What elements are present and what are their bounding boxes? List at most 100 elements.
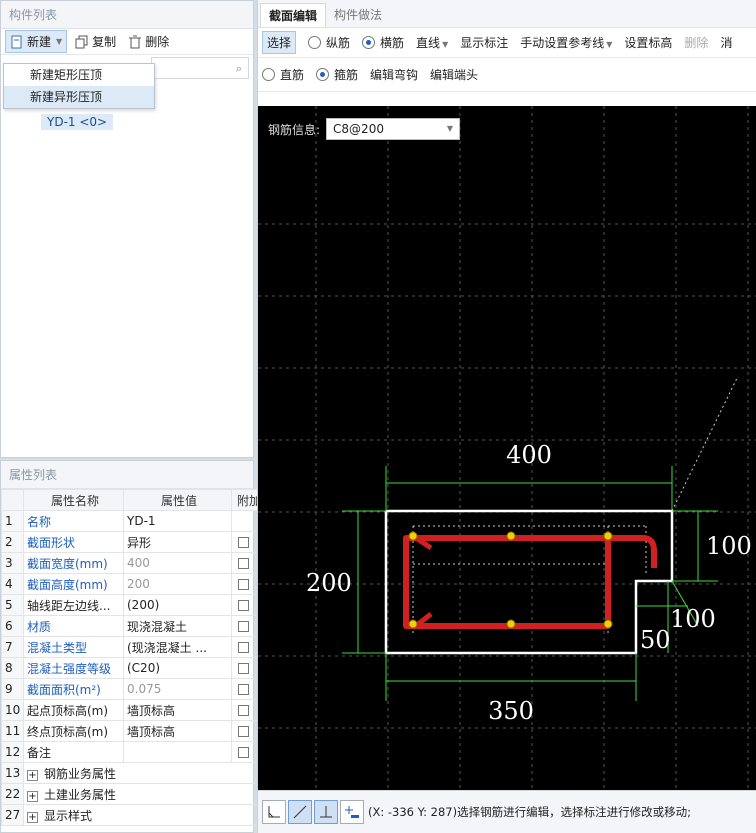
table-row[interactable]: 12 备注	[1, 741, 264, 763]
menu-item-new-custom-coping[interactable]: 新建异形压顶	[4, 86, 154, 108]
component-toolbar: 新建 ▼ 复制 删除	[1, 29, 253, 55]
ortho-snap-button[interactable]	[262, 800, 286, 824]
checkbox[interactable]	[238, 621, 249, 632]
rebar-info-label: 钢筋信息:	[268, 122, 321, 137]
checkbox[interactable]	[238, 642, 249, 653]
line-snap-button[interactable]	[288, 800, 312, 824]
rebar-info: 钢筋信息: C8@200 ▼	[268, 118, 461, 140]
set-elevation-button[interactable]: 设置标高	[624, 34, 672, 51]
new-dropdown-menu: 新建矩形压顶 新建异形压顶	[3, 63, 155, 109]
corner-icon	[268, 806, 280, 818]
dim-label-bottom[interactable]: 350	[488, 697, 534, 725]
delete-button[interactable]: 删除	[124, 31, 173, 52]
table-row[interactable]: 8 混凝土强度等级 (C20)	[1, 657, 264, 679]
status-bar: (X: -336 Y: 287)选择钢筋进行编辑，选择标注进行修改或移动;	[258, 790, 756, 833]
stirrup-rebar[interactable]	[403, 535, 657, 629]
table-row[interactable]: 10 起点顶标高(m) 墙顶标高	[1, 699, 264, 721]
radio-transverse[interactable]: 横筋	[362, 34, 404, 51]
table-row[interactable]: 4 截面高度(mm) 200	[1, 573, 264, 595]
checkbox[interactable]	[238, 663, 249, 674]
checkbox[interactable]	[238, 684, 249, 695]
copy-label: 复制	[92, 35, 117, 49]
checkbox[interactable]	[238, 579, 249, 590]
checkbox[interactable]	[238, 537, 249, 548]
radio-longitudinal[interactable]: 纵筋	[308, 34, 350, 51]
delete-tool-button[interactable]: 删除	[684, 34, 708, 51]
new-button[interactable]: 新建 ▼	[5, 30, 68, 53]
guide-lines	[412, 525, 648, 636]
chevron-down-icon: ▼	[446, 124, 454, 133]
table-row[interactable]: 9 截面面积(m²) 0.075	[1, 678, 264, 700]
col-header-name: 属性名称	[23, 489, 124, 511]
more-button[interactable]: 消	[720, 34, 732, 51]
rebar-info-select[interactable]: C8@200 ▼	[326, 118, 461, 140]
col-header-value: 属性值	[123, 489, 232, 511]
tree-item-yd1[interactable]: YD-1 <0>	[41, 114, 114, 130]
copy-icon	[75, 35, 88, 48]
section-editor-panel: 截面编辑 构件做法 选择 纵筋 横筋 直线 ▼ 显示标注 手动设置参考线 ▼ 设置标…	[257, 0, 756, 833]
delete-label: 删除	[145, 35, 170, 49]
checkbox[interactable]	[238, 600, 249, 611]
line-dropdown[interactable]: 直线 ▼	[416, 34, 448, 51]
radio-circle-checked	[362, 36, 376, 49]
dim-label-right[interactable]: 100	[706, 532, 752, 560]
table-row[interactable]: 3 截面宽度(mm) 400	[1, 552, 264, 574]
dim-label-left[interactable]: 200	[306, 569, 352, 597]
trash-icon	[129, 35, 142, 48]
ellipsis-button[interactable]: ...	[196, 641, 207, 655]
plus-icon	[345, 806, 359, 818]
table-row[interactable]: 6 材质 现浇混凝土	[1, 615, 264, 637]
radio-stirrup[interactable]: 箍筋	[316, 66, 358, 83]
stirrup-hooks	[411, 533, 433, 630]
radio-straight-bar[interactable]: 直筋	[262, 66, 304, 83]
property-table: 属性名称 属性值 附加 1 名称 YD-1 2 截面形状 异形 3 截面宽度(mm) 400…	[1, 489, 264, 826]
edit-hook-button[interactable]: 编辑弯钩	[370, 66, 418, 83]
expand-icon[interactable]: +	[27, 790, 38, 802]
dim-label-top[interactable]: 400	[506, 441, 552, 469]
checkbox[interactable]	[238, 747, 249, 758]
perpendicular-icon	[320, 806, 332, 818]
longitudinal-bars[interactable]	[408, 531, 613, 629]
table-row[interactable]: 27 + 显示样式	[1, 804, 264, 826]
col-header-index	[1, 489, 24, 511]
table-row[interactable]: 1 名称 YD-1	[1, 510, 264, 532]
table-row[interactable]: 11 终点顶标高(m) 墙顶标高	[1, 720, 264, 742]
chevron-down-icon: ▼	[442, 40, 449, 49]
table-row[interactable]: 7 混凝土类型 (现浇混凝土 ...	[1, 636, 264, 658]
dim-label-small[interactable]: 50	[640, 626, 671, 654]
copy-button[interactable]: 复制	[71, 31, 120, 52]
expand-icon[interactable]: +	[27, 811, 38, 823]
radio-circle	[308, 36, 322, 49]
search-input[interactable]: ⌕	[151, 57, 249, 79]
table-row[interactable]: 2 截面形状 异形	[1, 531, 264, 553]
show-dims-button[interactable]: 显示标注	[460, 34, 508, 51]
add-point-button[interactable]	[340, 800, 364, 824]
component-list-title: 构件列表	[1, 1, 253, 29]
select-button[interactable]: 选择	[262, 31, 297, 54]
status-text: (X: -336 Y: 287)选择钢筋进行编辑，选择标注进行修改或移动;	[368, 805, 691, 819]
checkbox[interactable]	[238, 558, 249, 569]
radio-circle	[262, 68, 275, 81]
editor-toolbar-2: 直筋 箍筋 编辑弯钩 编辑端头	[258, 58, 756, 92]
drawing-canvas[interactable]: 400 200 100 100 50 350 钢筋信息: C8@200 ▼	[258, 106, 756, 790]
section-drawing[interactable]: 400 200 100 100 50 350	[258, 106, 756, 790]
table-row[interactable]: 5 轴线距左边线... (200)	[1, 594, 264, 616]
tab-section-edit[interactable]: 截面编辑	[260, 3, 327, 27]
checkbox[interactable]	[238, 726, 249, 737]
menu-item-new-rect-coping[interactable]: 新建矩形压顶	[4, 64, 154, 86]
tab-component-method[interactable]: 构件做法	[326, 3, 390, 27]
property-list-panel: 属性列表 属性名称 属性值 附加 1 名称 YD-1 2 截面形状 异形 3 截面宽度(m…	[0, 460, 264, 833]
table-row[interactable]: 13 + 钢筋业务属性	[1, 762, 264, 784]
edit-end-button[interactable]: 编辑端头	[430, 66, 478, 83]
dim-label-notch[interactable]: 100	[670, 605, 716, 633]
editor-tabs: 截面编辑 构件做法	[258, 0, 756, 28]
checkbox[interactable]	[238, 705, 249, 716]
radio-circle-checked	[316, 68, 330, 81]
expand-icon[interactable]: +	[27, 769, 38, 781]
table-row[interactable]: 22 + 土建业务属性	[1, 783, 264, 805]
editor-toolbar-1: 选择 纵筋 横筋 直线 ▼ 显示标注 手动设置参考线 ▼ 设置标高 删除 消	[258, 28, 756, 58]
perpendicular-snap-button[interactable]	[314, 800, 338, 824]
manual-ref-dropdown[interactable]: 手动设置参考线 ▼	[520, 34, 612, 51]
section-outline	[384, 509, 674, 655]
new-label: 新建	[27, 35, 52, 49]
